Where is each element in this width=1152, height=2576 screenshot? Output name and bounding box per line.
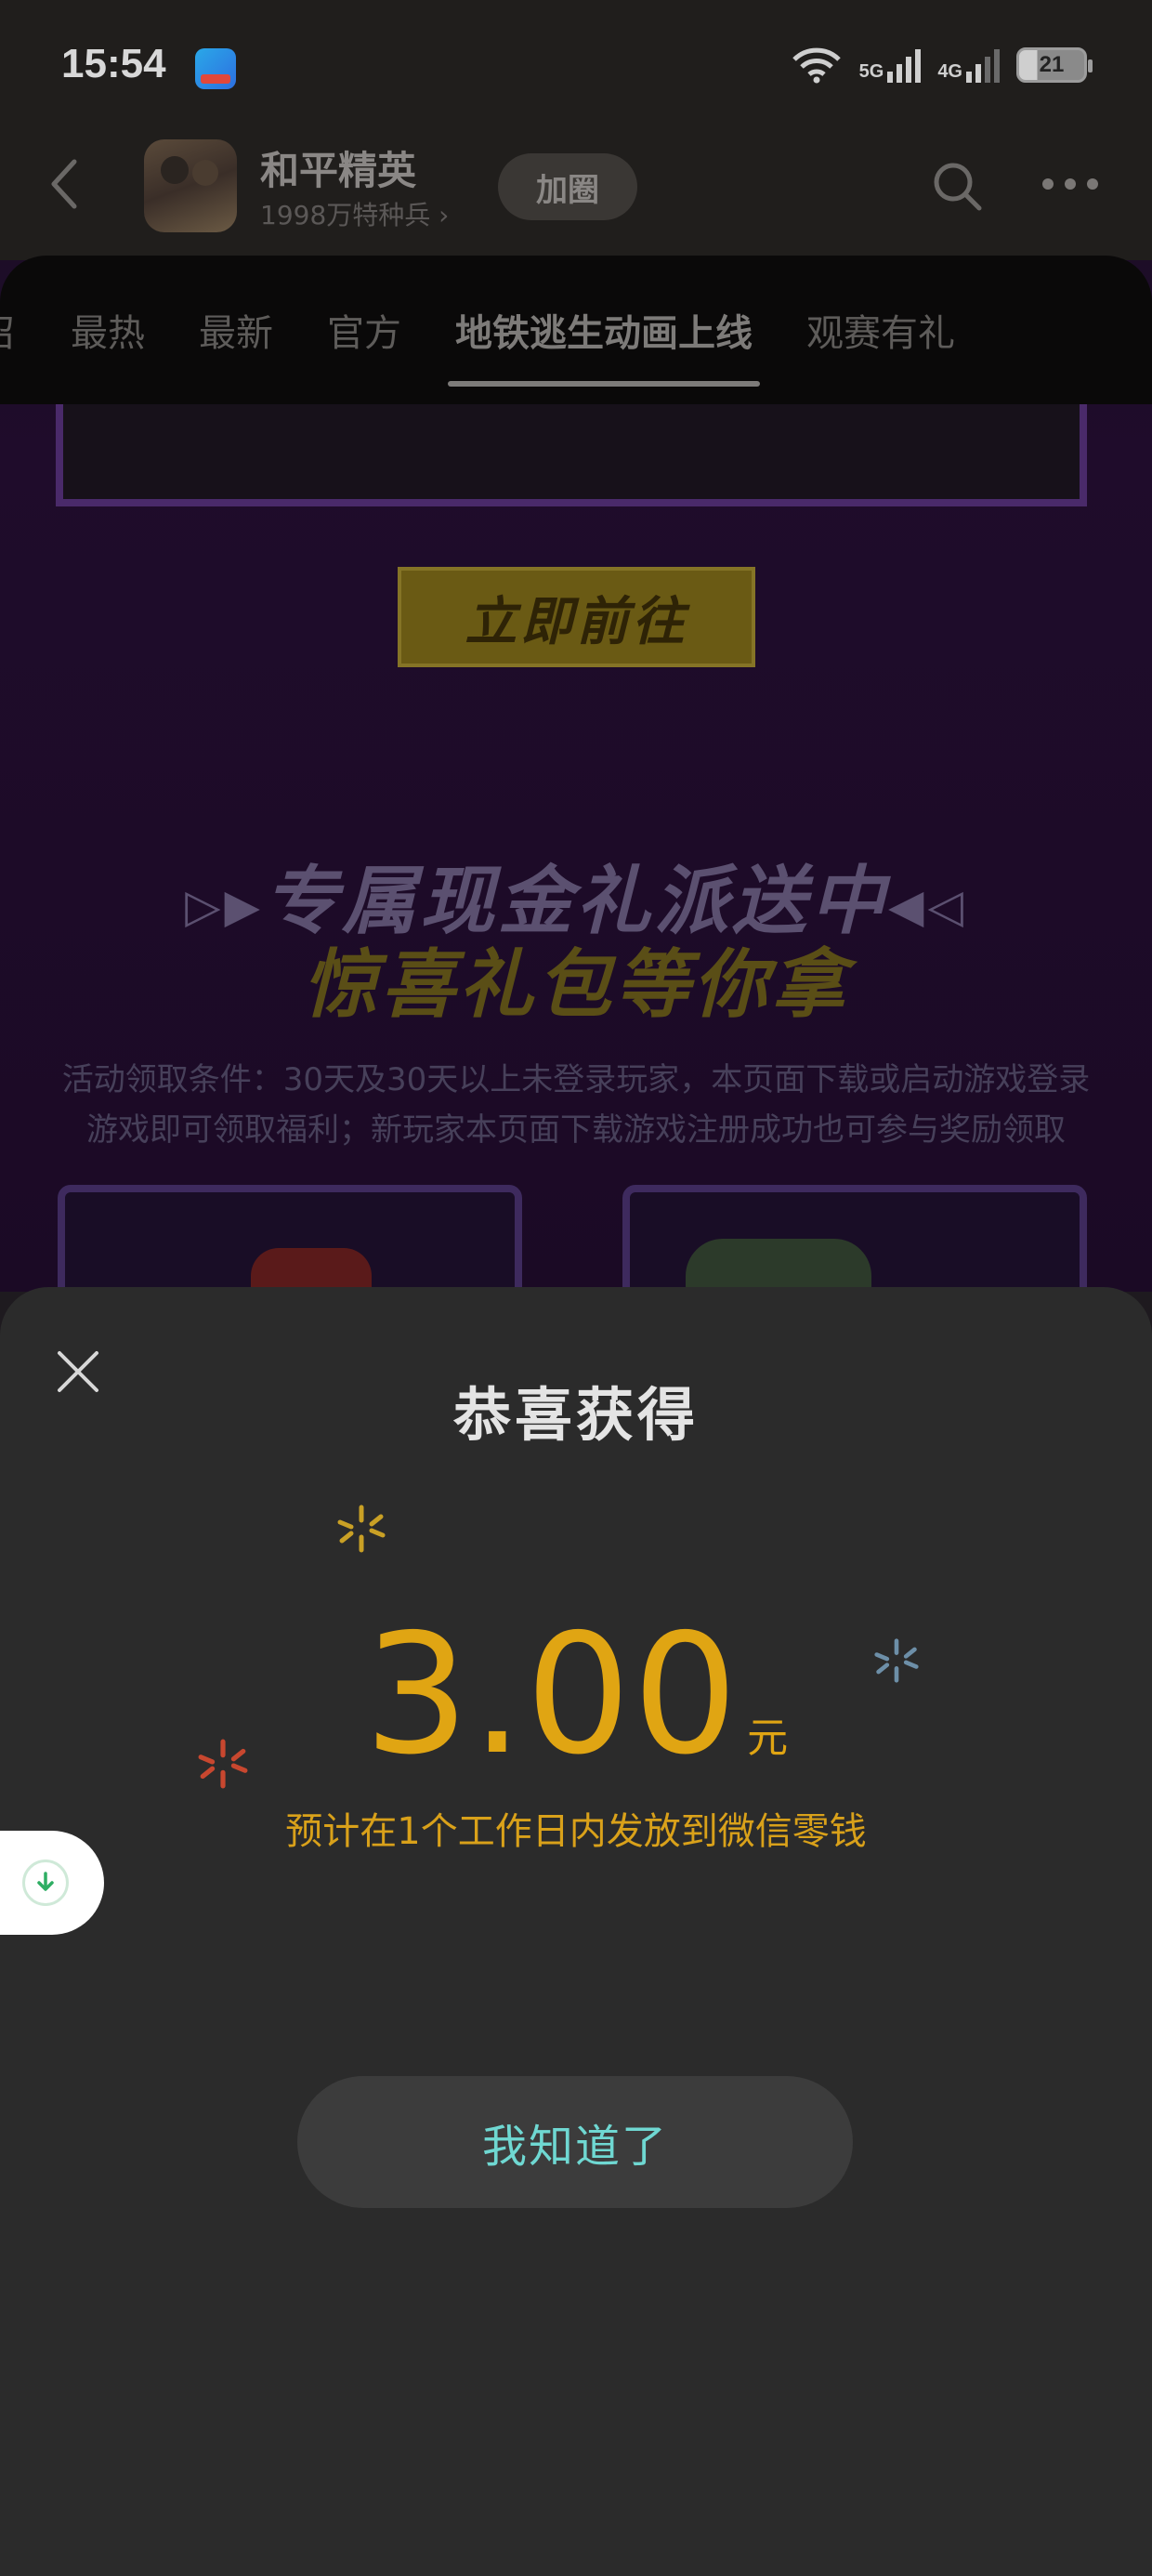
currency-unit: 元 — [747, 1715, 789, 1762]
got-it-button[interactable]: 我知道了 — [297, 2076, 853, 2208]
back-icon[interactable] — [46, 156, 84, 212]
game-title[interactable]: 和平精英 — [260, 139, 416, 196]
more-icon[interactable] — [1042, 178, 1098, 193]
game-avatar[interactable] — [144, 139, 237, 232]
reward-amount: 3.00 — [363, 1598, 740, 1791]
tab-metro-escape[interactable]: 地铁逃生动画上线 — [448, 303, 760, 387]
tab-hot[interactable]: 最热 — [71, 303, 145, 357]
floating-download-button[interactable] — [0, 1831, 104, 1935]
go-now-button[interactable]: 立即前往 — [398, 567, 755, 667]
banner-frame — [56, 404, 1087, 506]
app-notification-icon — [195, 48, 236, 89]
tabs-bar: 召 最热 最新 官方 地铁逃生动画上线 观赛有礼 — [0, 256, 1152, 404]
signal-bars-icon — [966, 47, 1000, 83]
activity-content: 立即前往 ▷▶专属现金礼派送中◀◁ 惊喜礼包等你拿 活动领取条件：30天及30天… — [0, 404, 1152, 1292]
signal-bars-icon — [887, 47, 922, 83]
tab-item[interactable]: 召 — [0, 303, 17, 357]
signal-4g: 4G — [937, 47, 1000, 83]
network-type-4g: 4G — [937, 61, 962, 82]
status-icons: 5G 4G 21 — [791, 46, 1093, 84]
payout-notice: 预计在1个工作日内发放到微信零钱 — [285, 1810, 867, 1853]
condition-line-1: 活动领取条件：30天及30天以上未登录玩家，本页面下载或启动游戏登录 — [61, 1061, 1091, 1098]
screen: 15:54 5G 4G 21 和平精英 1998万特种兵 › 加圈 最热 最新 … — [0, 0, 1152, 2576]
search-icon[interactable] — [929, 158, 985, 214]
activity-conditions: 活动领取条件：30天及30天以上未登录玩家，本页面下载或启动游戏登录 游戏即可领… — [28, 1055, 1124, 1155]
reward-card-right[interactable] — [622, 1185, 1087, 1292]
reward-sheet — [0, 1287, 1152, 2576]
wifi-icon — [792, 47, 841, 84]
promo-subheadline: 惊喜礼包等你拿 — [303, 941, 849, 1028]
download-icon — [22, 1860, 69, 1906]
sparkle-icon — [337, 1505, 386, 1553]
sheet-title: 恭喜获得 — [452, 1381, 699, 1449]
tab-latest[interactable]: 最新 — [199, 303, 273, 357]
reward-card-left[interactable] — [58, 1185, 522, 1292]
battery-level: 21 — [1039, 52, 1065, 77]
status-bar: 15:54 5G 4G 21 — [0, 0, 1152, 139]
reward-amount-row: 3.00 元 — [0, 1598, 1152, 1791]
condition-line-2: 游戏即可领取福利；新玩家本页面下载游戏注册成功也可参与奖励领取 — [86, 1111, 1066, 1149]
join-circle-button[interactable]: 加圈 — [498, 153, 637, 220]
tab-watch-reward[interactable]: 观赛有礼 — [806, 303, 955, 357]
battery-icon: 21 — [1016, 47, 1093, 83]
tab-official[interactable]: 官方 — [327, 303, 401, 357]
network-type-5g: 5G — [858, 61, 884, 82]
tab-strip: 召 最热 最新 官方 地铁逃生动画上线 观赛有礼 — [0, 256, 1009, 404]
status-time: 15:54 — [61, 41, 166, 86]
member-count[interactable]: 1998万特种兵 › — [260, 195, 449, 232]
signal-5g: 5G — [859, 47, 922, 83]
